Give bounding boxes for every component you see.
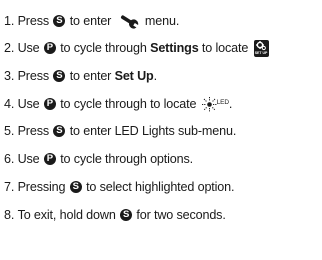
step-text: Pressing <box>17 180 69 194</box>
step-text: To exit, hold down <box>17 208 120 222</box>
step-text: to enter <box>66 69 115 83</box>
instruction-list: 1. Press S to enter menu. 2. Use P to cy… <box>0 0 322 260</box>
step-4: 4. Use P to cycle through to locate LED <box>4 96 232 112</box>
step-5: 5. Press S to enter LED Lights sub-menu. <box>4 123 236 139</box>
step-bold-text: Settings <box>150 41 199 55</box>
setup-icon: SET UP <box>253 39 269 57</box>
step-text: Press <box>17 14 53 28</box>
s-button-icon: S <box>53 15 66 27</box>
step-text: to enter <box>66 14 115 28</box>
step-8: 8. To exit, hold down S for two seconds. <box>4 207 226 223</box>
s-button-icon: S <box>53 70 66 82</box>
step-2: 2. Use P to cycle through Settings to lo… <box>4 39 269 57</box>
step-text: . <box>228 97 233 111</box>
step-7: 7. Pressing S to select highlighted opti… <box>4 179 235 195</box>
step-text: . <box>153 69 158 83</box>
step-text: Use <box>17 97 43 111</box>
step-text: to locate <box>198 41 252 55</box>
step-text: Press <box>17 124 53 138</box>
step-number: 8. <box>4 208 15 222</box>
p-button-icon: P <box>43 98 56 110</box>
step-text: to cycle through options. <box>56 152 193 166</box>
step-text: Use <box>17 41 43 55</box>
step-number: 3. <box>4 69 15 83</box>
step-text: Use <box>17 152 43 166</box>
setup-icon-caption: SET UP <box>254 51 268 55</box>
step-text: Press <box>17 69 53 83</box>
step-1: 1. Press S to enter menu. <box>4 13 179 29</box>
step-bold-text: Set Up <box>114 69 154 83</box>
step-text: menu. <box>141 14 180 28</box>
step-6: 6. Use P to cycle through options. <box>4 151 193 167</box>
led-icon-caption: LED <box>216 99 229 106</box>
s-button-icon: S <box>53 125 66 137</box>
step-3: 3. Press S to enter Set Up . <box>4 68 157 84</box>
step-text: to enter LED Lights sub-menu. <box>66 124 237 138</box>
p-button-icon: P <box>43 153 56 165</box>
step-number: 6. <box>4 152 15 166</box>
step-number: 5. <box>4 124 15 138</box>
step-text: for two seconds. <box>133 208 226 222</box>
s-button-icon: S <box>120 209 133 221</box>
p-button-icon: P <box>43 42 56 54</box>
step-text: to select highlighted option. <box>82 180 235 194</box>
step-number: 2. <box>4 41 15 55</box>
step-text: to cycle through to locate <box>56 97 200 111</box>
step-number: 4. <box>4 97 15 111</box>
step-text: to cycle through <box>56 41 151 55</box>
step-number: 7. <box>4 180 15 194</box>
wrench-icon <box>117 13 141 29</box>
step-number: 1. <box>4 14 15 28</box>
s-button-icon: S <box>69 181 82 193</box>
led-icon: LED <box>201 96 229 112</box>
